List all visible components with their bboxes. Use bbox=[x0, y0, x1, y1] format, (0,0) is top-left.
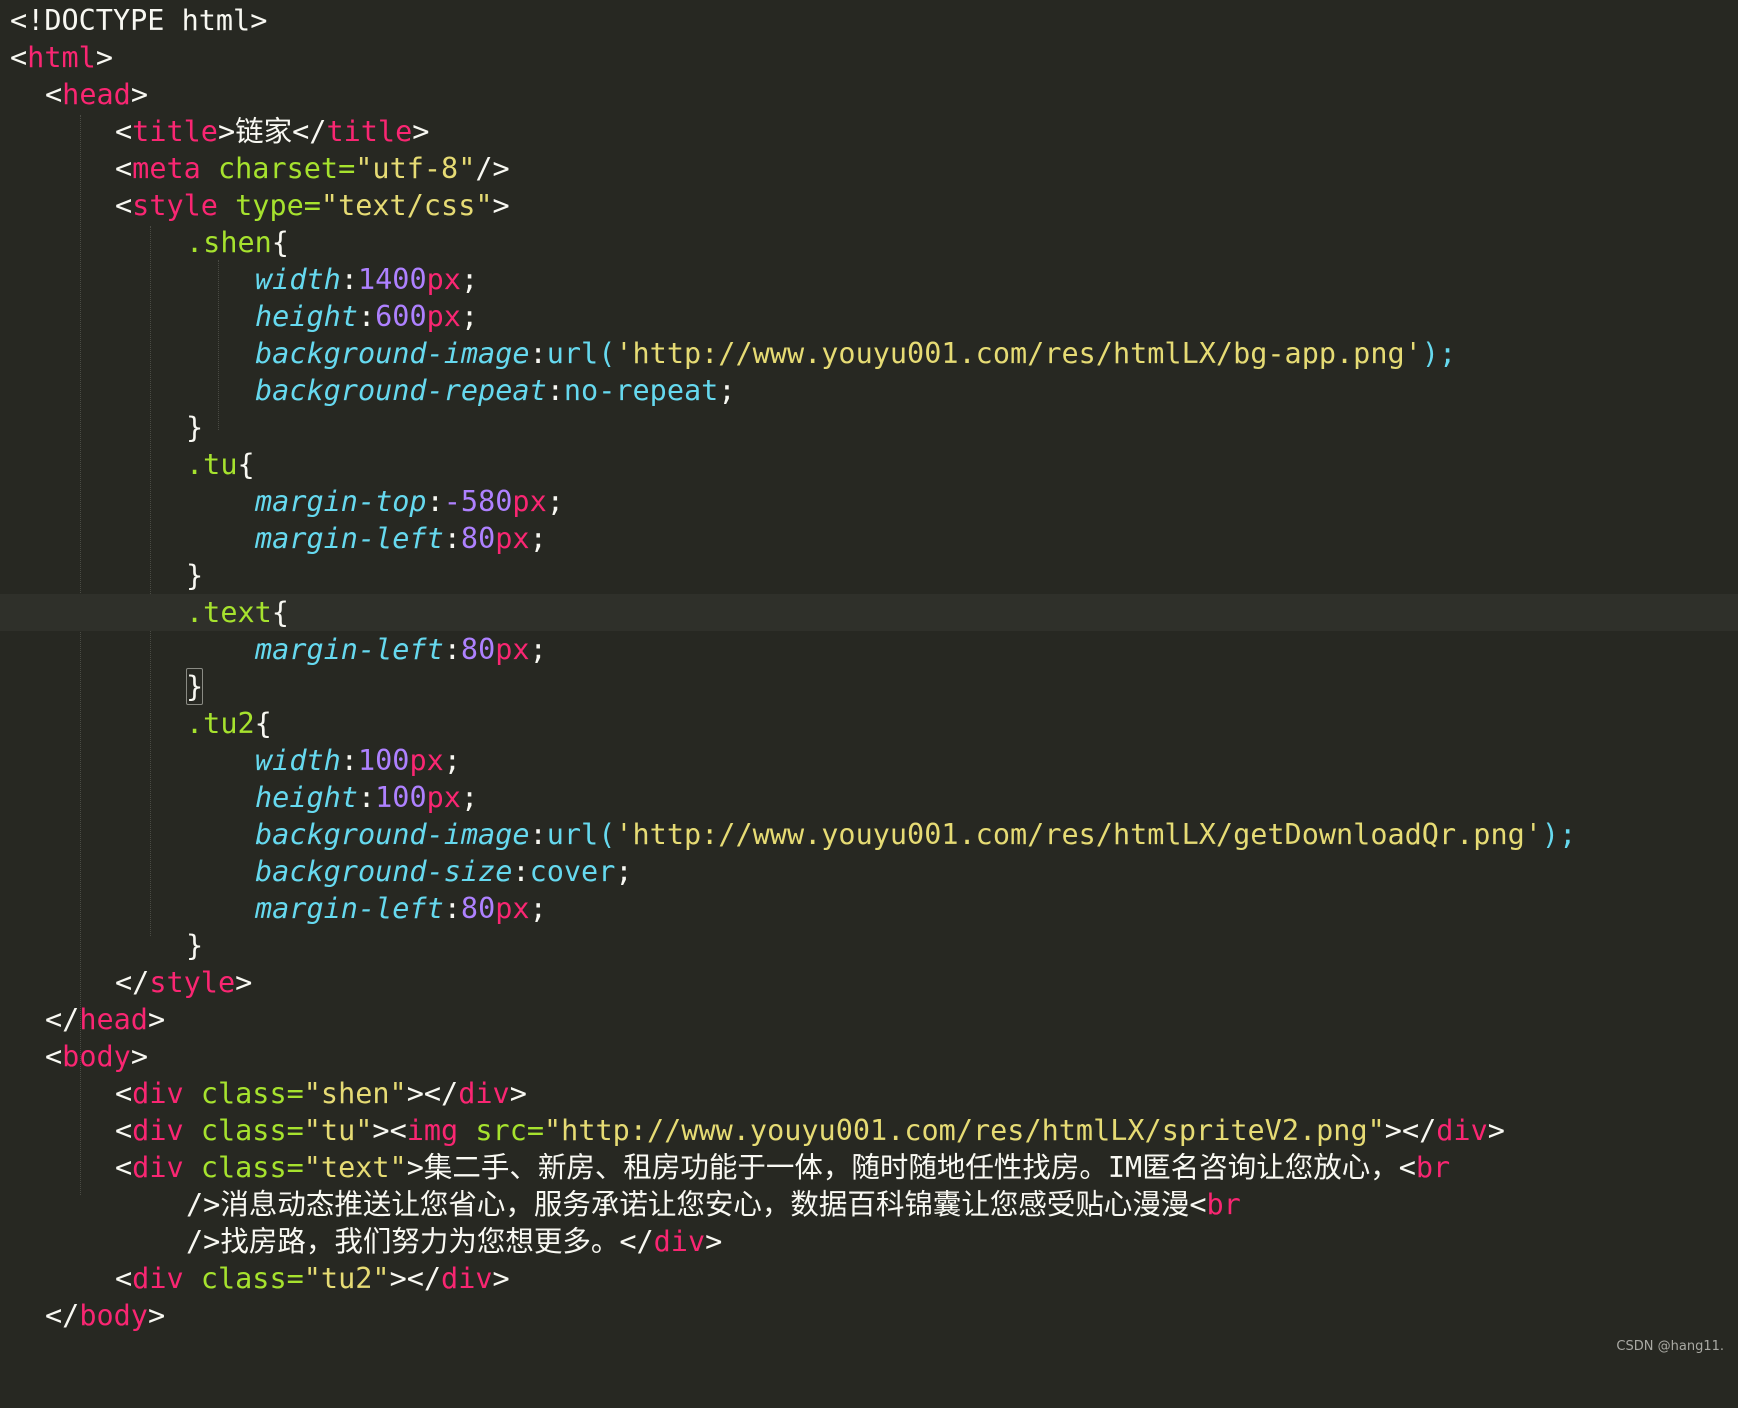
code-line: height:600px; bbox=[255, 300, 479, 333]
code-line: margin-top:-580px; bbox=[255, 485, 564, 518]
code-line: <style type="text/css"> bbox=[115, 189, 510, 222]
code-line: margin-left:80px; bbox=[255, 522, 547, 555]
code-line: } bbox=[0, 668, 1738, 705]
code-line: .shen{ bbox=[186, 226, 289, 259]
code-line: } bbox=[186, 559, 204, 592]
code-line: background-size:cover; bbox=[255, 855, 633, 888]
code-line: </head> bbox=[45, 1003, 166, 1036]
code-line: <div class="tu2"></div> bbox=[115, 1262, 510, 1295]
code-line: <title>链家</title> bbox=[115, 115, 430, 148]
code-line: <body> bbox=[45, 1040, 148, 1073]
watermark: CSDN @hang11. bbox=[1616, 1339, 1724, 1354]
code-line: background-repeat:no-repeat; bbox=[255, 374, 736, 407]
code-line: .tu2{ bbox=[186, 707, 272, 740]
code-line: <html> bbox=[10, 41, 113, 74]
code-line: } bbox=[186, 411, 204, 444]
code-line: .tu{ bbox=[186, 448, 255, 481]
code-line: </body> bbox=[45, 1299, 166, 1332]
code-line: <!DOCTYPE html> bbox=[10, 4, 268, 37]
code-line: margin-left:80px; bbox=[255, 633, 547, 666]
code-line: <div class="tu"><img src="http://www.you… bbox=[115, 1114, 1505, 1147]
code-editor[interactable]: <!DOCTYPE html> <html> <head> <title>链家<… bbox=[0, 0, 1738, 1362]
code-line-current[interactable]: .text{ bbox=[0, 594, 1738, 631]
code-line: <div class="text">集二手、新房、租房功能于一体，随时随地任性找… bbox=[115, 1151, 1451, 1184]
code-line: } bbox=[186, 929, 204, 962]
code-line: </style> bbox=[115, 966, 253, 999]
code-line: margin-left:80px; bbox=[255, 892, 547, 925]
code-line: <head> bbox=[45, 78, 148, 111]
code-line: />消息动态推送让您省心，服务承诺让您安心，数据百科锦囊让您感受贴心漫漫<br bbox=[186, 1188, 1241, 1221]
code-line: <div class="shen"></div> bbox=[115, 1077, 527, 1110]
code-line: width:100px; bbox=[255, 744, 461, 777]
matched-bracket: } bbox=[186, 668, 204, 705]
code-line: background-image:url('http://www.youyu00… bbox=[255, 337, 1457, 370]
code-line: width:1400px; bbox=[255, 263, 479, 296]
code-line: />找房路，我们努力为您想更多。</div> bbox=[186, 1225, 723, 1258]
code-line: height:100px; bbox=[255, 781, 479, 814]
code-line: <meta charset="utf-8"/> bbox=[115, 152, 510, 185]
code-line: background-image:url('http://www.youyu00… bbox=[255, 818, 1577, 851]
